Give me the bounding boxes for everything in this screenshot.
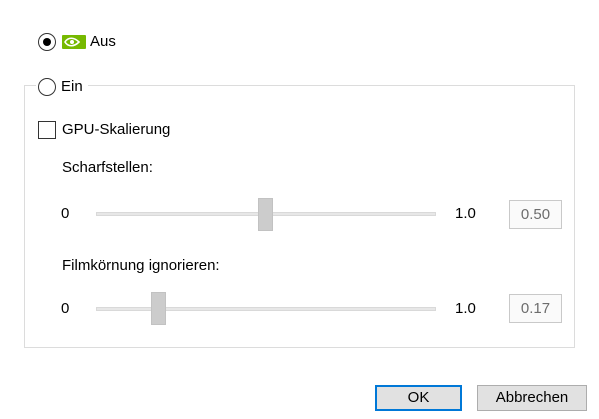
gpu-scaling-checkbox[interactable]	[38, 121, 56, 139]
sharpen-slider-thumb[interactable]	[258, 198, 273, 231]
film-grain-label: Filmkörnung ignorieren:	[62, 257, 220, 274]
off-radio[interactable]	[38, 33, 56, 51]
radio-selected-dot	[43, 38, 51, 46]
gpu-scaling-label: GPU-Skalierung	[62, 121, 171, 138]
film-grain-min-label: 0	[61, 300, 70, 317]
film-grain-max-label: 1.0	[455, 300, 476, 317]
film-grain-slider-thumb[interactable]	[151, 292, 166, 325]
off-radio-label: Aus	[90, 33, 116, 50]
film-grain-slider-track[interactable]	[96, 307, 436, 311]
cancel-button[interactable]: Abbrechen	[477, 385, 587, 411]
ok-button[interactable]: OK	[375, 385, 462, 411]
on-radio-label: Ein	[61, 78, 83, 95]
sharpen-max-label: 1.0	[455, 205, 476, 222]
film-grain-value-field[interactable]: 0.17	[509, 294, 562, 323]
sharpen-label: Scharfstellen:	[62, 159, 153, 176]
on-radio[interactable]	[38, 78, 56, 96]
nvidia-logo-icon	[62, 35, 86, 49]
sharpen-min-label: 0	[61, 205, 70, 222]
sharpen-value-field[interactable]: 0.50	[509, 200, 562, 229]
